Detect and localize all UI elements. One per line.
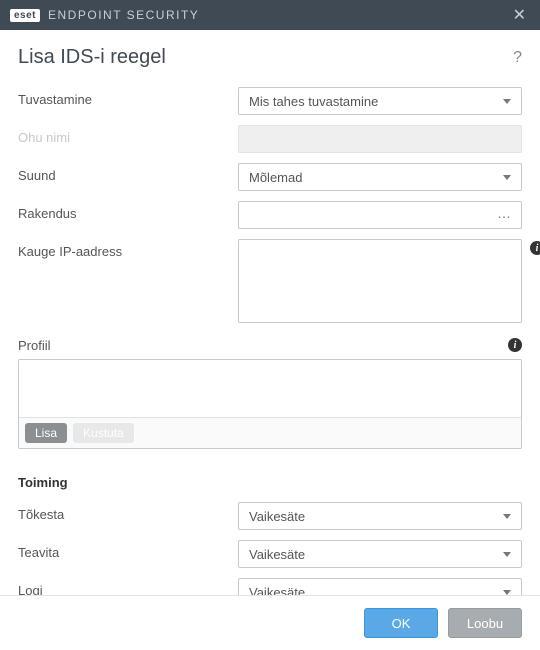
- profile-label-text: Profiil: [18, 338, 51, 353]
- notify-value: Vaikesäte: [249, 547, 305, 562]
- action-heading: Toiming: [18, 475, 522, 490]
- threat-name-label: Ohu nimi: [18, 125, 238, 145]
- direction-select[interactable]: Mõlemad: [238, 163, 522, 191]
- profile-box: Lisa Kustuta: [18, 359, 522, 449]
- dialog-title: Lisa IDS-i reegel: [18, 46, 513, 69]
- profile-delete-button[interactable]: Kustuta: [73, 423, 134, 443]
- profile-add-button[interactable]: Lisa: [25, 423, 67, 443]
- block-label: Tõkesta: [18, 502, 238, 522]
- block-select[interactable]: Vaikesäte: [238, 502, 522, 530]
- direction-value: Mõlemad: [249, 170, 302, 185]
- application-label: Rakendus: [18, 201, 238, 221]
- threat-name-input: [238, 125, 522, 153]
- detection-value: Mis tahes tuvastamine: [249, 94, 378, 109]
- remote-ip-textarea[interactable]: [238, 239, 522, 323]
- remote-ip-label: Kauge IP-aadress: [18, 239, 238, 259]
- close-icon[interactable]: ✕: [509, 5, 530, 25]
- footer: OK Loobu: [0, 595, 540, 650]
- brand-text: ENDPOINT SECURITY: [48, 8, 199, 22]
- titlebar: eset ENDPOINT SECURITY ✕: [0, 0, 540, 30]
- profile-label: Profiil i: [18, 338, 522, 353]
- cancel-button[interactable]: Loobu: [448, 608, 522, 638]
- direction-label: Suund: [18, 163, 238, 183]
- info-icon[interactable]: i: [530, 241, 540, 255]
- ok-button[interactable]: OK: [364, 608, 438, 638]
- block-value: Vaikesäte: [249, 509, 305, 524]
- help-icon[interactable]: ?: [513, 49, 522, 67]
- brand-logo: eset: [10, 9, 40, 22]
- browse-icon[interactable]: …: [497, 206, 511, 220]
- dialog-content: Lisa IDS-i reegel ? Tuvastamine Mis tahe…: [0, 30, 540, 632]
- detection-label: Tuvastamine: [18, 87, 238, 107]
- detection-select[interactable]: Mis tahes tuvastamine: [238, 87, 522, 115]
- notify-select[interactable]: Vaikesäte: [238, 540, 522, 568]
- application-input[interactable]: …: [238, 201, 522, 229]
- profile-list[interactable]: [19, 360, 521, 417]
- notify-label: Teavita: [18, 540, 238, 560]
- info-icon[interactable]: i: [508, 338, 522, 352]
